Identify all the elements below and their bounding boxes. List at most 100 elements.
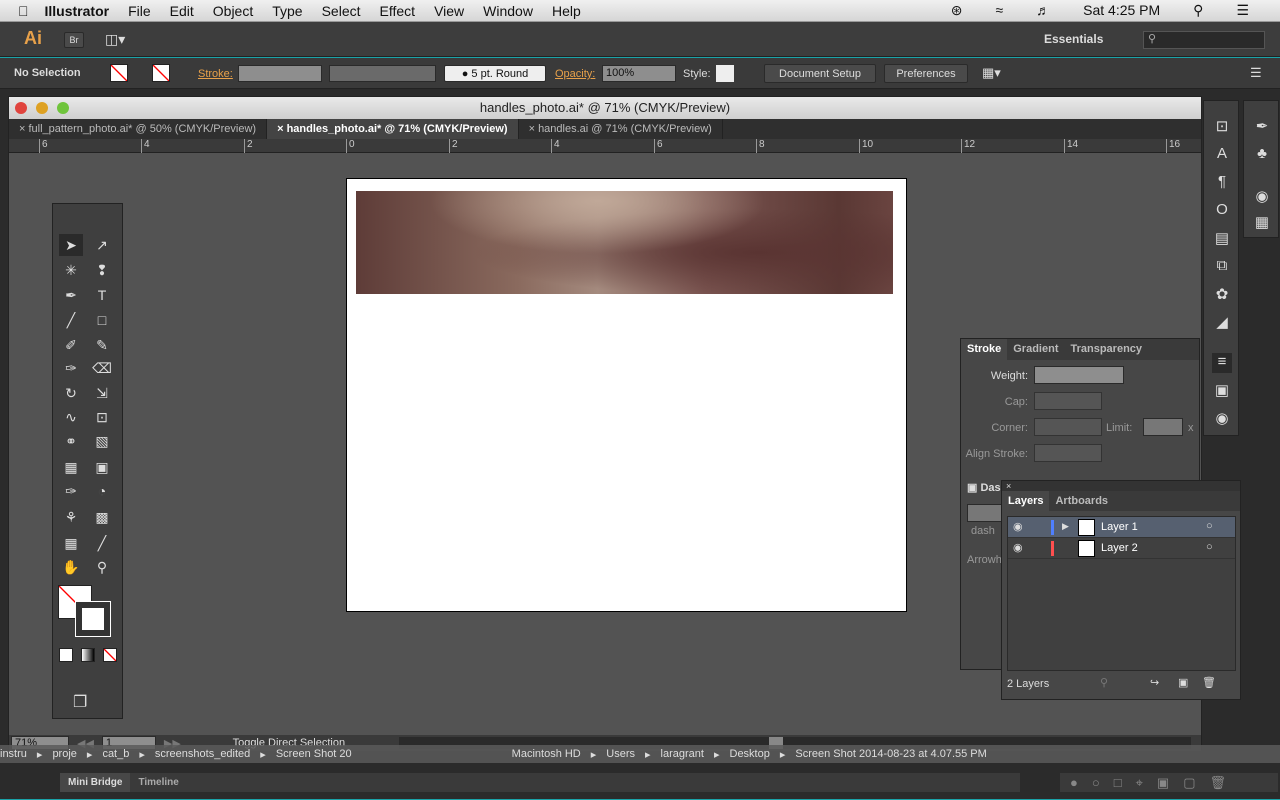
bluetooth-icon[interactable]: ⊛	[951, 2, 963, 19]
clock[interactable]: Sat 4:25 PM	[1083, 2, 1160, 19]
wifi-icon[interactable]: ≈	[995, 2, 1003, 19]
opentype-panel-icon[interactable]: O	[1212, 201, 1232, 221]
rectangle-tool-icon[interactable]: □	[90, 309, 114, 331]
locate-object-icon[interactable]: ⚲	[1100, 676, 1108, 689]
align-stroke-buttons[interactable]	[1034, 444, 1102, 462]
stroke-weight-field[interactable]	[238, 65, 322, 82]
opacity-label[interactable]: Opacity:	[555, 68, 595, 80]
apple-icon[interactable]: 	[18, 3, 29, 19]
color-mode-button[interactable]	[59, 648, 73, 662]
tab-layers[interactable]: Layers	[1002, 491, 1050, 511]
layer-row[interactable]: ◉ Layer 2 ○	[1008, 538, 1235, 559]
menu-view[interactable]: View	[434, 3, 464, 19]
dash-field[interactable]	[967, 504, 1003, 522]
layers-close-icon[interactable]: ×	[1002, 481, 1240, 491]
minimize-button[interactable]	[36, 102, 48, 114]
color-guide-panel-icon[interactable]: ✿	[1212, 285, 1232, 305]
trash-icon[interactable]: 🗑	[1210, 775, 1227, 791]
new-sublayer-icon[interactable]: ↪	[1150, 676, 1159, 689]
tab-handles-photo[interactable]: × handles_photo.ai* @ 71% (CMYK/Preview)	[267, 119, 519, 139]
type-tool-icon[interactable]: T	[90, 284, 114, 306]
tab-timeline[interactable]: Timeline	[130, 777, 186, 788]
eraser-tool-icon[interactable]: ⌫	[90, 357, 114, 379]
appearance-panel-icon[interactable]: ◉	[1252, 187, 1272, 207]
selection-tool-icon[interactable]: ➤	[59, 234, 83, 256]
menu-app[interactable]: Illustrator	[45, 3, 110, 19]
pathfinder-panel-icon[interactable]: ⧉	[1212, 257, 1232, 277]
opacity-field[interactable]: 100%	[602, 65, 676, 82]
menu-object[interactable]: Object	[213, 3, 253, 19]
line-tool-icon[interactable]: ╱	[59, 309, 83, 331]
stroke-swatch[interactable]	[152, 64, 170, 82]
menu-effect[interactable]: Effect	[380, 3, 416, 19]
fur-photo[interactable]	[356, 191, 893, 294]
paintbrush-tool-icon[interactable]: ✐	[59, 334, 83, 356]
record-icon[interactable]: ●	[1070, 775, 1078, 790]
gradient-panel-icon[interactable]: ▣	[1212, 381, 1232, 401]
corner-buttons[interactable]	[1034, 418, 1102, 436]
screen-mode-icon[interactable]: ❐	[73, 692, 87, 712]
expand-arrow-icon[interactable]: ▶	[1062, 521, 1069, 532]
cap-buttons[interactable]	[1034, 392, 1102, 410]
visibility-eye-icon[interactable]: ◉	[1013, 520, 1023, 533]
page-icon[interactable]: ▢	[1183, 775, 1195, 791]
tab-mini-bridge[interactable]: Mini Bridge	[60, 773, 131, 792]
menu-file[interactable]: File	[128, 3, 151, 19]
document-setup-button[interactable]: Document Setup	[764, 64, 876, 83]
fill-swatch[interactable]	[110, 64, 128, 82]
panel-menu-icon[interactable]: ☰	[1250, 65, 1262, 81]
horizontal-ruler[interactable]: 6 4 2 0 2 4 6 8 10 12 14 16	[9, 139, 1201, 153]
layer-row[interactable]: ◉ ▶ Layer 1 ○	[1008, 517, 1235, 538]
transform-panel-icon[interactable]: ⊡	[1212, 117, 1232, 137]
circle-icon[interactable]: ○	[1092, 775, 1100, 790]
artboard[interactable]	[346, 178, 907, 612]
lasso-tool-icon[interactable]: ❢	[90, 259, 114, 281]
path-item[interactable]: laragrant	[661, 748, 704, 760]
path-item[interactable]: instru	[0, 748, 27, 760]
target-icon[interactable]: ⌖	[1136, 775, 1143, 791]
artboard-tool-icon[interactable]: ▦	[59, 532, 83, 554]
path-item[interactable]: Macintosh HD	[512, 748, 581, 760]
weight-field[interactable]	[1034, 366, 1124, 384]
style-swatch[interactable]	[716, 65, 734, 82]
free-transform-tool-icon[interactable]: ⊡	[90, 406, 114, 428]
path-item[interactable]: Screen Shot 2014-08-23 at 4.07.55 PM	[795, 748, 986, 760]
arrange-documents-icon[interactable]: ◫▾	[105, 31, 125, 48]
hand-tool-icon[interactable]: ✋	[59, 556, 83, 578]
preferences-button[interactable]: Preferences	[884, 64, 968, 83]
menu-type[interactable]: Type	[272, 3, 302, 19]
slice-tool-icon[interactable]: ╱	[90, 532, 114, 554]
column-graph-tool-icon[interactable]: ▩	[90, 506, 114, 528]
tab-transparency[interactable]: Transparency	[1064, 339, 1148, 360]
tab-handles[interactable]: × handles.ai @ 71% (CMYK/Preview)	[519, 119, 723, 139]
direct-selection-tool-icon[interactable]: ↗	[90, 234, 114, 256]
none-mode-button[interactable]	[103, 648, 117, 662]
eyedropper-tool-icon[interactable]: ✑	[59, 480, 83, 502]
variable-width-dropdown[interactable]	[329, 65, 436, 82]
bridge-button[interactable]: Br	[64, 32, 84, 48]
path-item[interactable]: screenshots_edited	[155, 748, 250, 760]
notifications-icon[interactable]: ☰	[1236, 2, 1249, 19]
brush-dropdown[interactable]: ● 5 pt. Round	[444, 65, 546, 82]
graphic-styles-panel-icon[interactable]: ▦	[1252, 213, 1272, 233]
swatches-panel-icon[interactable]: ◢	[1212, 313, 1232, 333]
shape-builder-tool-icon[interactable]: ⚭	[59, 430, 83, 452]
menu-select[interactable]: Select	[322, 3, 361, 19]
path-item[interactable]: Screen Shot 20	[276, 748, 352, 760]
stroke-color-swatch[interactable]	[75, 601, 111, 637]
symbols-panel-icon[interactable]: ♣	[1252, 145, 1272, 165]
workspace-switcher[interactable]: Essentials	[1044, 32, 1103, 46]
close-button[interactable]	[15, 102, 27, 114]
warp-tool-icon[interactable]: ∿	[59, 406, 83, 428]
spotlight-icon[interactable]: ⚲	[1193, 2, 1203, 19]
path-item[interactable]: Users	[606, 748, 635, 760]
pen-tool-icon[interactable]: ✒	[59, 284, 83, 306]
zoom-button[interactable]	[57, 102, 69, 114]
visibility-eye-icon[interactable]: ◉	[1013, 541, 1023, 554]
limit-field[interactable]	[1143, 418, 1183, 436]
blob-brush-tool-icon[interactable]: ✑	[59, 357, 83, 379]
rotate-tool-icon[interactable]: ↻	[59, 382, 83, 404]
symbol-sprayer-tool-icon[interactable]: ⚘	[59, 506, 83, 528]
perspective-grid-tool-icon[interactable]: ▧	[90, 430, 114, 452]
brushes-panel-icon[interactable]: ✒	[1252, 117, 1272, 137]
